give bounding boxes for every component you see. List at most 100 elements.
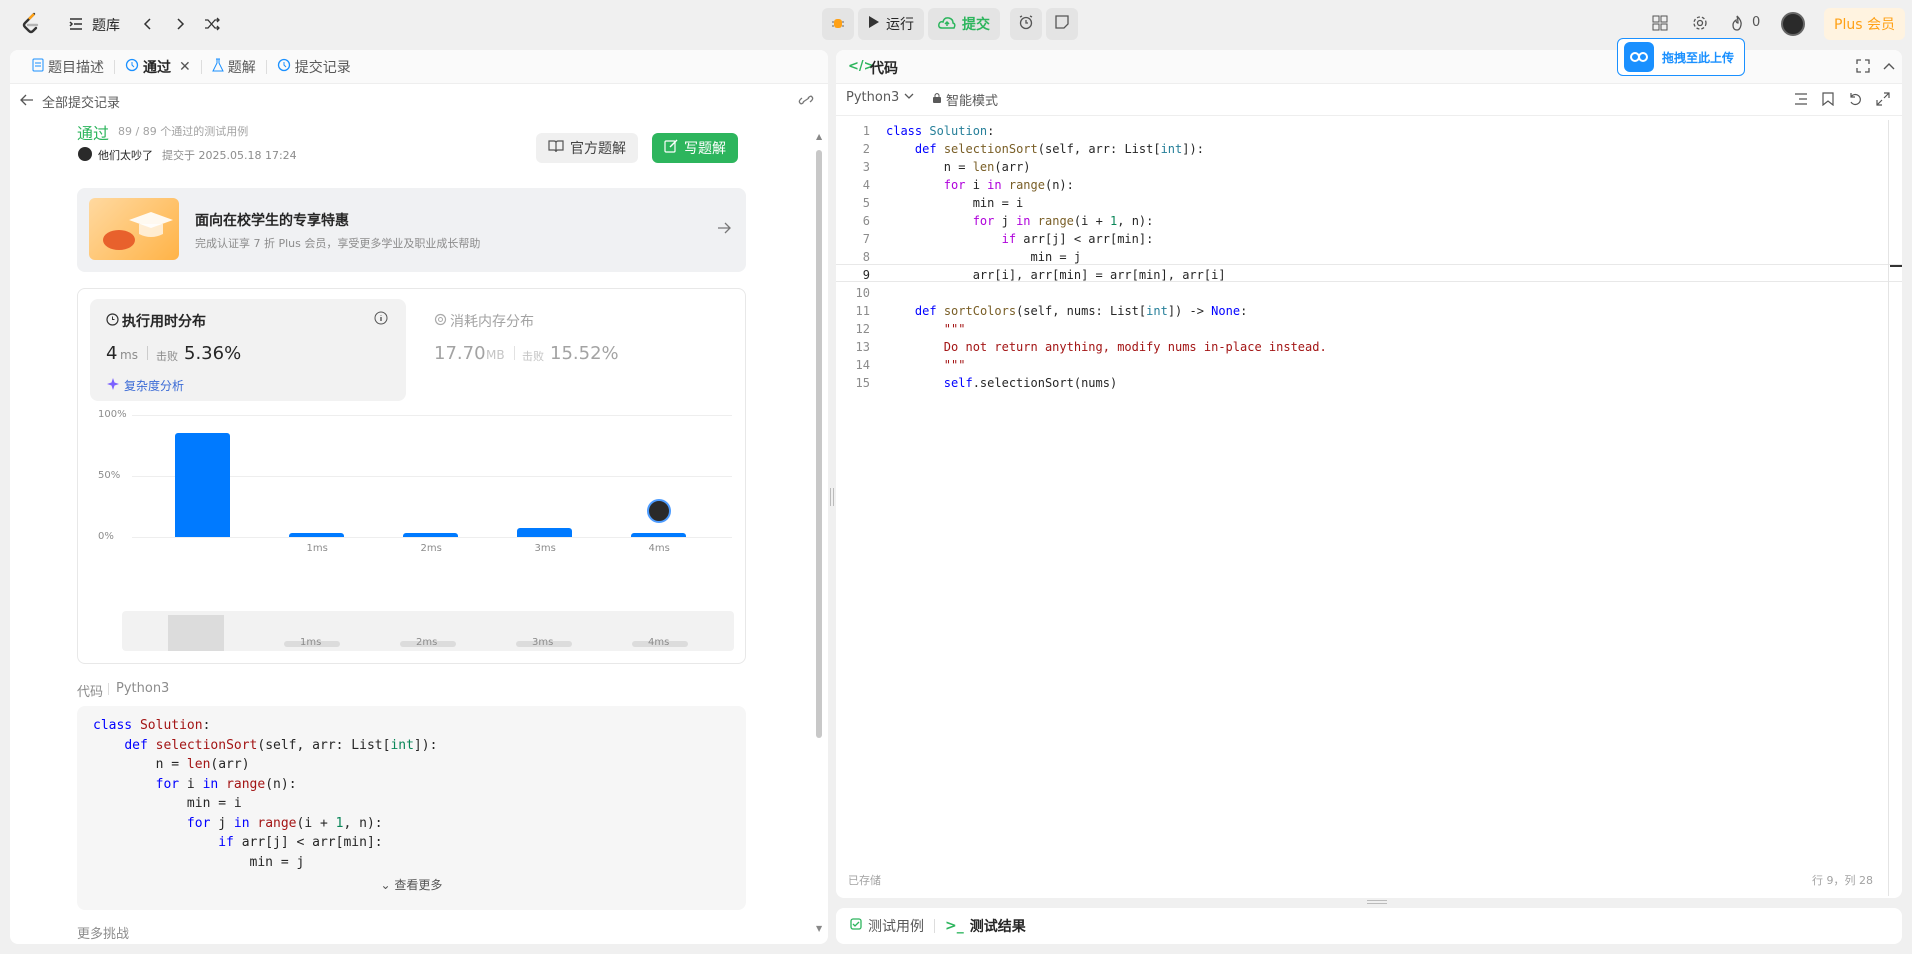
note-icon <box>1054 14 1070 34</box>
chart-bar[interactable] <box>517 528 572 537</box>
play-icon <box>868 15 880 33</box>
fire-icon[interactable] <box>1730 15 1744 31</box>
tab-solutions[interactable]: 题解 <box>202 50 266 84</box>
tab-test-result[interactable]: >_ 测试结果 <box>945 916 1026 936</box>
expand-icon[interactable] <box>1876 92 1890 110</box>
status-accepted: 通过 <box>77 124 110 143</box>
lock-icon <box>932 92 942 108</box>
code-preview-text: class Solution: def selectionSort(self, … <box>93 718 438 870</box>
info-icon[interactable] <box>374 311 388 329</box>
test-result-label: 测试结果 <box>969 919 1026 935</box>
grid-line <box>132 415 732 416</box>
edit-icon <box>664 139 678 157</box>
runtime-value: 4 <box>106 343 118 364</box>
student-promo-banner[interactable]: 面向在校学生的专享特惠 完成认证享 7 折 Plus 会员，享受更多学业及职业成… <box>77 188 746 272</box>
submit-button[interactable]: 提交 <box>928 8 1000 40</box>
run-submit-group: 运行 提交 <box>822 8 1078 40</box>
note-button[interactable] <box>1046 8 1078 40</box>
link-icon[interactable] <box>798 93 814 111</box>
baidu-cloud-icon <box>1624 42 1654 72</box>
undo-icon[interactable] <box>1848 92 1862 110</box>
code-editor[interactable]: 1 class Solution: 2 def selectionSort(sel… <box>842 122 1882 392</box>
tab-submissions[interactable]: 提交记录 <box>267 50 361 84</box>
editor-title: 代码 <box>870 61 898 77</box>
tab-divider <box>934 919 935 933</box>
scrubber-tick: 2ms <box>416 637 438 648</box>
tab-description[interactable]: 题目描述 <box>22 50 114 84</box>
write-solution-button[interactable]: 写题解 <box>652 133 738 163</box>
editor-scrollbar-track[interactable] <box>1888 120 1889 896</box>
official-solution-button[interactable]: 官方题解 <box>536 133 638 163</box>
scrubber-handle[interactable] <box>168 615 224 651</box>
smart-mode-toggle[interactable]: 智能模式 <box>932 90 998 109</box>
fullscreen-icon[interactable] <box>1856 59 1870 77</box>
bookmark-icon[interactable] <box>1822 92 1834 110</box>
minimap-cursor <box>1890 265 1902 267</box>
complexity-analysis-link[interactable]: 复杂度分析 <box>124 377 184 394</box>
chart-range-scrubber[interactable]: 1ms 2ms 3ms 4ms <box>122 611 734 651</box>
runtime-box[interactable]: 执行用时分布 4 ms 击败 5.36% 复杂度分析 <box>90 299 406 401</box>
chart-bar[interactable] <box>631 533 686 537</box>
chevron-right-icon[interactable] <box>172 16 188 32</box>
submission-panel: 题目描述 通过 ✕ 题解 提交记录 全部提交记录 通过 89 / 89 个通过的… <box>10 50 828 944</box>
arrow-right-icon <box>717 222 731 238</box>
problem-library-link[interactable]: 题库 <box>92 15 120 35</box>
tab-testcase[interactable]: 测试用例 <box>850 916 924 936</box>
debug-button[interactable] <box>822 8 854 40</box>
layout-icon[interactable] <box>1652 15 1668 31</box>
clock-icon <box>106 313 119 330</box>
leetcode-logo[interactable] <box>20 12 42 36</box>
chart-bar[interactable] <box>289 533 344 537</box>
format-icon[interactable] <box>1794 93 1808 109</box>
user-avatar[interactable] <box>78 147 92 161</box>
divider <box>514 346 515 360</box>
runtime-title: 执行用时分布 <box>122 314 206 330</box>
runtime-unit: ms <box>120 348 138 362</box>
chart-bar[interactable] <box>175 433 230 537</box>
shuffle-icon[interactable] <box>204 16 220 32</box>
settings-gear-icon[interactable] <box>1692 15 1708 31</box>
beats-label: 击败 <box>522 350 544 363</box>
chart-bar[interactable] <box>403 533 458 537</box>
history-icon <box>125 58 139 76</box>
alarm-button[interactable] <box>1010 8 1042 40</box>
vertical-resize-handle[interactable] <box>1367 900 1387 904</box>
y-tick-label: 50% <box>98 470 121 481</box>
my-submission-avatar[interactable] <box>646 499 671 524</box>
scrubber-tick: 4ms <box>648 637 670 648</box>
scroll-down-arrow[interactable]: ▼ <box>816 924 822 933</box>
list-icon[interactable] <box>68 16 84 32</box>
username[interactable]: 他们太吵了 <box>98 147 153 163</box>
testcase-label: 测试用例 <box>868 919 924 935</box>
run-label: 运行 <box>886 17 914 33</box>
see-more-button[interactable]: ⌄ 查看更多 <box>77 876 746 893</box>
avatar[interactable] <box>1781 12 1805 36</box>
beats-label: 击败 <box>156 350 178 363</box>
scrollbar-thumb[interactable] <box>816 150 822 738</box>
code-label: 代码 <box>77 685 104 700</box>
memory-box[interactable]: 消耗内存分布 17.70 MB 击败 15.52% <box>418 299 734 401</box>
tab-accepted[interactable]: 通过 ✕ <box>115 50 201 84</box>
x-tick-label: 1ms <box>306 543 328 554</box>
graduation-cap-icon <box>89 198 179 260</box>
chevron-down-icon <box>903 90 915 105</box>
close-icon[interactable]: ✕ <box>179 59 191 75</box>
drag-upload-widget[interactable]: 拖拽至此上传 <box>1617 38 1745 76</box>
chevron-left-icon[interactable] <box>140 16 156 32</box>
book-icon <box>548 139 564 157</box>
scroll-up-arrow[interactable]: ▲ <box>816 132 822 141</box>
scrollbar[interactable]: ▲ ▼ <box>816 132 822 938</box>
submitted-time: 提交于 2025.05.18 17:24 <box>162 149 297 162</box>
back-to-submissions[interactable]: 全部提交记录 <box>20 92 120 111</box>
bug-icon <box>830 14 846 34</box>
panel-resize-handle[interactable] <box>830 488 834 506</box>
y-tick-label: 100% <box>98 409 127 420</box>
run-button[interactable]: 运行 <box>858 8 924 40</box>
code-language: Python3 <box>116 681 170 696</box>
arrow-left-icon <box>20 94 34 110</box>
submit-label: 提交 <box>962 17 990 33</box>
language-select[interactable]: Python3 <box>846 90 915 105</box>
chevron-up-icon[interactable] <box>1882 59 1896 77</box>
plus-member-button[interactable]: Plus 会员 <box>1824 8 1905 40</box>
memory-value: 17.70 <box>434 343 486 364</box>
